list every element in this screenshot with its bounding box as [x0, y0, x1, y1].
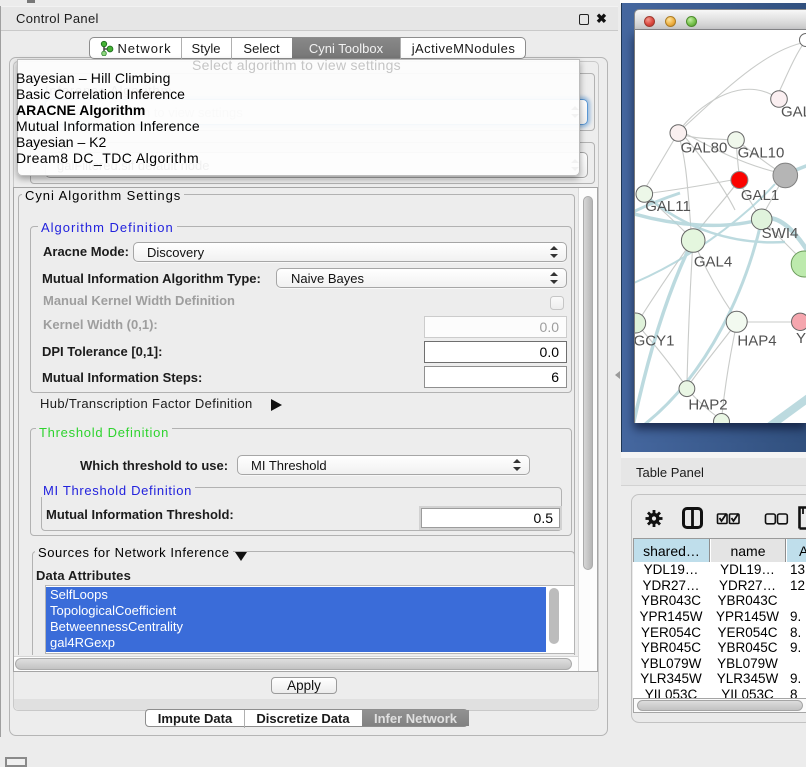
svg-text:HAP2: HAP2 — [688, 397, 727, 414]
svg-text:SWI4: SWI4 — [762, 225, 799, 242]
svg-text:GAL7: GAL7 — [781, 103, 806, 120]
svg-text:GAL4: GAL4 — [694, 254, 732, 271]
svg-text:GAL1: GAL1 — [741, 187, 779, 204]
svg-text:GAL11: GAL11 — [645, 198, 691, 215]
svg-text:GAL80: GAL80 — [681, 139, 728, 156]
svg-text:GAL10: GAL10 — [738, 145, 785, 162]
svg-text:HAP4: HAP4 — [737, 332, 776, 349]
svg-text:Y: Y — [796, 330, 806, 347]
svg-text:GCY1: GCY1 — [635, 332, 674, 349]
